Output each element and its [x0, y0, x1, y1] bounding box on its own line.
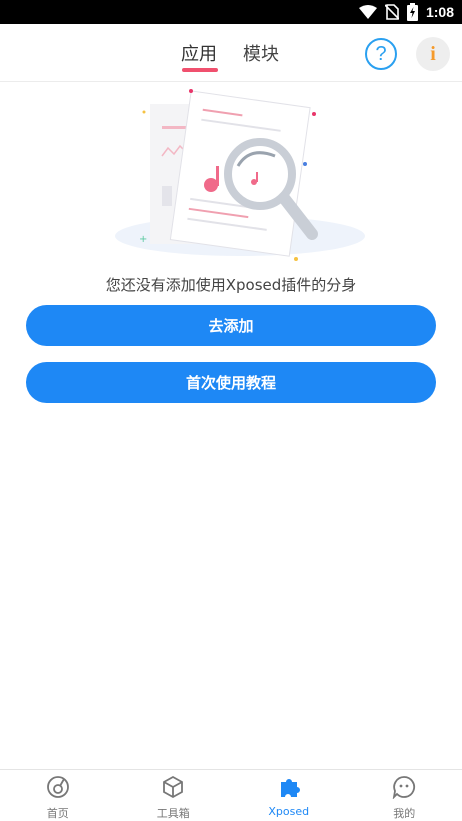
svg-text:+: + [139, 234, 147, 245]
nav-item-toolbox[interactable]: 工具箱 [116, 770, 232, 821]
empty-state-illustration: + [90, 86, 370, 276]
add-button[interactable]: 去添加 [26, 305, 436, 346]
tab-modules[interactable]: 模块 [243, 40, 279, 66]
toolbox-cube-icon [161, 775, 185, 803]
nav-label-profile: 我的 [393, 807, 416, 820]
no-sim-icon [384, 4, 399, 20]
clock: 1:08 [425, 4, 454, 20]
home-disc-icon [46, 775, 70, 803]
nav-item-home[interactable]: 首页 [0, 770, 116, 821]
nav-label-home: 首页 [46, 807, 69, 820]
help-button[interactable]: ? [365, 38, 397, 70]
battery-charging-icon [406, 3, 418, 21]
info-icon: i [430, 42, 436, 65]
status-bar: 1:08 [0, 0, 462, 24]
profile-chat-icon [392, 775, 416, 803]
nav-label-xposed: Xposed [268, 805, 310, 818]
empty-state-message: 您还没有添加使用Xposed插件的分身 [105, 276, 357, 294]
nav-item-xposed[interactable]: Xposed [231, 770, 347, 821]
question-mark-icon: ? [375, 42, 387, 65]
wifi-icon [358, 5, 377, 19]
tab-apps[interactable]: 应用 [181, 40, 217, 66]
active-tab-indicator [182, 68, 218, 72]
tutorial-button[interactable]: 首次使用教程 [26, 362, 436, 403]
nav-item-profile[interactable]: 我的 [347, 770, 462, 821]
top-header: 应用 模块 ? i [0, 24, 462, 82]
nav-label-toolbox: 工具箱 [156, 807, 190, 820]
puzzle-icon [277, 775, 301, 803]
bottom-navigation: 首页 工具箱 Xposed 我的 [0, 769, 462, 821]
info-button[interactable]: i [416, 37, 450, 71]
